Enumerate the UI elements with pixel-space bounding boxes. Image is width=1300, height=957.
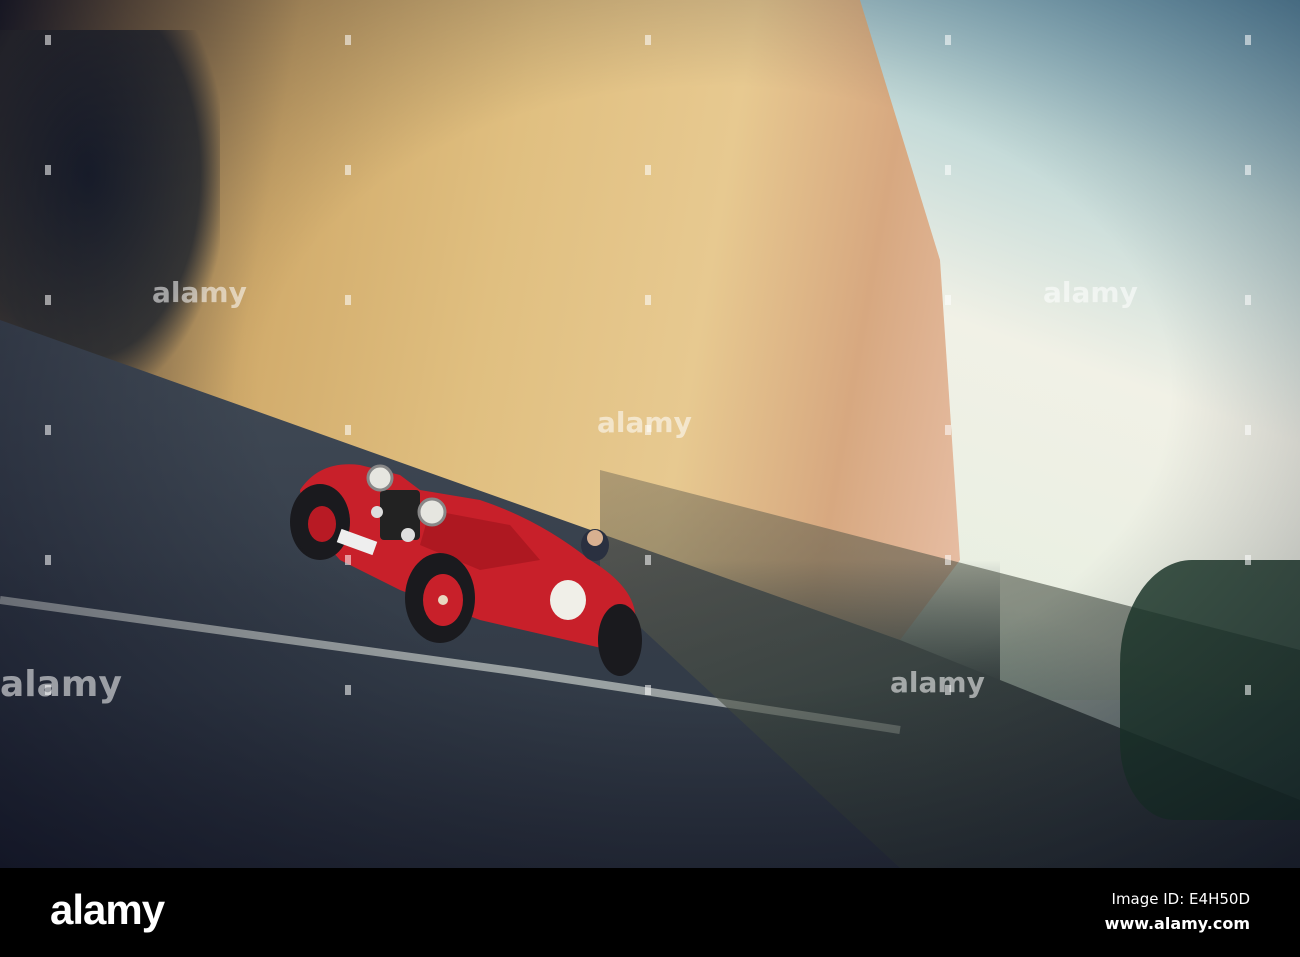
watermark-dot xyxy=(1245,685,1251,695)
watermark-dot xyxy=(1245,295,1251,305)
watermark-dot xyxy=(645,295,651,305)
image-id: Image ID: E4H50D xyxy=(1111,890,1250,908)
watermark-dot xyxy=(45,555,51,565)
watermark-dot xyxy=(945,35,951,45)
watermark-dot xyxy=(645,425,651,435)
watermark-dot xyxy=(45,295,51,305)
watermark: alamy xyxy=(890,666,985,699)
watermark-dot xyxy=(945,295,951,305)
watermark-dot xyxy=(945,685,951,695)
watermark-dot xyxy=(645,555,651,565)
watermark-dot xyxy=(645,165,651,175)
alamy-logo: alamy xyxy=(50,886,165,933)
watermark: alamy xyxy=(1043,276,1138,309)
watermark-dot xyxy=(1245,165,1251,175)
watermark: alamy xyxy=(0,664,122,705)
watermark-dot xyxy=(345,165,351,175)
photo: alamy alamy alamy alamy alamy xyxy=(0,0,1300,868)
watermark-dot xyxy=(345,35,351,45)
watermark-dot xyxy=(345,425,351,435)
watermark: alamy xyxy=(152,276,247,309)
watermark-dot xyxy=(645,685,651,695)
watermark-dot xyxy=(945,165,951,175)
website-url: www.alamy.com xyxy=(1104,914,1250,933)
watermark-dot xyxy=(45,685,51,695)
watermark-dot xyxy=(345,555,351,565)
watermark-dot xyxy=(45,165,51,175)
watermark-dot xyxy=(645,35,651,45)
watermark-dot xyxy=(945,425,951,435)
stock-photo-page: alamy alamy alamy alamy alamy alamy Imag… xyxy=(0,0,1300,957)
watermark-dot xyxy=(1245,555,1251,565)
watermark-dot xyxy=(1245,425,1251,435)
watermark-dot xyxy=(345,685,351,695)
watermark-dot xyxy=(945,555,951,565)
watermark-dot xyxy=(345,295,351,305)
footer-bar: alamy Image ID: E4H50D www.alamy.com xyxy=(0,868,1300,957)
watermark-dot xyxy=(45,425,51,435)
watermark-dot xyxy=(45,35,51,45)
watermark-dot xyxy=(1245,35,1251,45)
